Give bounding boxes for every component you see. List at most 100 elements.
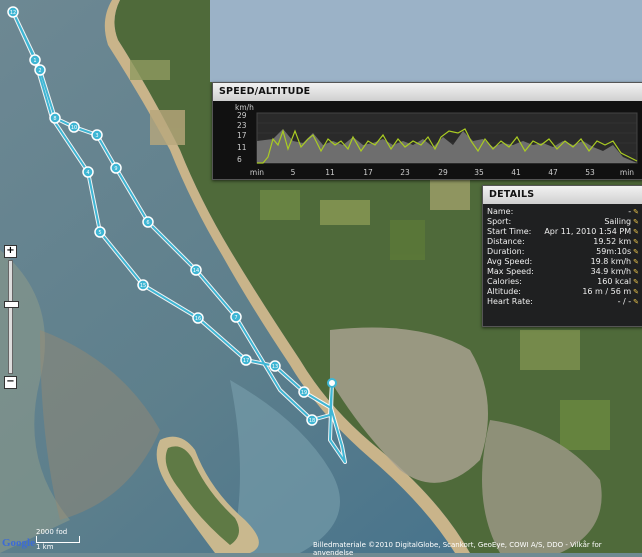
track-km-marker[interactable]: 6 <box>142 216 154 228</box>
track-km-marker[interactable]: 7 <box>230 311 242 323</box>
detail-value[interactable]: 19.52 km ✎ <box>593 237 639 247</box>
detail-value[interactable]: 160 kcal ✎ <box>597 277 639 287</box>
map-attribution[interactable]: Billedmateriale ©2010 DigitalGlobe, Scan… <box>313 541 642 557</box>
track-km-marker[interactable]: 19 <box>298 386 310 398</box>
track-km-marker[interactable]: 13 <box>269 360 281 372</box>
detail-value[interactable]: 19.8 km/h ✎ <box>591 257 639 267</box>
x-tick-label: min <box>250 168 264 177</box>
svg-text:18: 18 <box>309 418 315 424</box>
y-tick-label: 6 <box>237 155 242 164</box>
zoom-slider[interactable] <box>4 260 19 374</box>
y-tick-label: 17 <box>237 131 247 140</box>
detail-row: Sport: Sailing ✎ <box>483 217 642 227</box>
edit-pencil-icon[interactable]: ✎ <box>633 298 639 306</box>
detail-label: Duration: <box>487 247 525 256</box>
speed-altitude-title: SPEED/ALTITUDE <box>213 83 642 101</box>
detail-value[interactable]: - ✎ <box>628 207 639 217</box>
zoom-in-button[interactable]: + <box>4 245 17 258</box>
track-km-marker[interactable]: 9 <box>110 162 122 174</box>
y-tick-label: 29 <box>237 111 247 120</box>
svg-text:5: 5 <box>98 230 101 236</box>
details-panel: DETAILS Name: - ✎ Sport: Sailing ✎ Start Time:… <box>482 185 642 327</box>
zoom-out-button[interactable]: − <box>4 376 17 389</box>
detail-label: Sport: <box>487 217 512 226</box>
detail-value[interactable]: 59m:10s ✎ <box>596 247 639 257</box>
svg-text:13: 13 <box>272 364 278 370</box>
x-tick-label: min <box>620 168 634 177</box>
detail-label: Max Speed: <box>487 267 534 276</box>
speed-altitude-chart: 292317116 km/h min 5 11 17 23 29 35 41 47 53 min <box>213 101 642 179</box>
svg-text:10: 10 <box>71 125 77 131</box>
track-km-marker[interactable]: 16 <box>192 312 204 324</box>
edit-pencil-icon[interactable]: ✎ <box>633 218 639 226</box>
track-km-marker[interactable]: 5 <box>94 226 106 238</box>
detail-row: Start Time: Apr 11, 2010 1:54 PM ✎ <box>483 227 642 237</box>
x-tick-label: 35 <box>474 168 484 177</box>
svg-text:15: 15 <box>140 283 146 289</box>
edit-pencil-icon[interactable]: ✎ <box>633 268 639 276</box>
svg-text:14: 14 <box>193 268 199 274</box>
edit-pencil-icon[interactable]: ✎ <box>633 228 639 236</box>
x-tick-label: 17 <box>363 168 373 177</box>
detail-label: Avg Speed: <box>487 257 533 266</box>
svg-text:12: 12 <box>10 10 16 16</box>
detail-row: Distance: 19.52 km ✎ <box>483 237 642 247</box>
track-km-marker[interactable]: 15 <box>137 279 149 291</box>
x-tick-label: 29 <box>438 168 448 177</box>
x-tick-label: 23 <box>400 168 410 177</box>
google-logo[interactable]: Google <box>2 537 35 549</box>
detail-value[interactable]: Sailing ✎ <box>604 217 639 227</box>
svg-text:2: 2 <box>38 68 41 74</box>
x-tick-label: 47 <box>548 168 558 177</box>
detail-value[interactable]: - / - ✎ <box>618 297 639 307</box>
y-unit: km/h <box>235 103 254 112</box>
detail-row: Calories: 160 kcal ✎ <box>483 277 642 287</box>
track-km-marker[interactable]: 2 <box>34 64 46 76</box>
detail-label: Calories: <box>487 277 522 286</box>
svg-text:17: 17 <box>243 358 249 364</box>
track-km-marker[interactable]: 18 <box>306 414 318 426</box>
x-tick-label: 41 <box>511 168 521 177</box>
track-km-marker[interactable]: 10 <box>68 121 80 133</box>
scale-bar <box>36 536 80 543</box>
detail-value[interactable]: Apr 11, 2010 1:54 PM ✎ <box>544 227 639 237</box>
track-end-marker[interactable] <box>327 378 337 388</box>
edit-pencil-icon[interactable]: ✎ <box>633 248 639 256</box>
svg-text:19: 19 <box>301 390 307 396</box>
zoom-control: + − <box>3 245 19 389</box>
track-km-marker[interactable]: 17 <box>240 354 252 366</box>
edit-pencil-icon[interactable]: ✎ <box>633 278 639 286</box>
x-tick-label: 5 <box>291 168 296 177</box>
detail-row: Heart Rate: - / - ✎ <box>483 297 642 307</box>
track-km-marker[interactable]: 14 <box>190 264 202 276</box>
detail-value[interactable]: 16 m / 56 m ✎ <box>582 287 639 297</box>
detail-label: Heart Rate: <box>487 297 533 306</box>
edit-pencil-icon[interactable]: ✎ <box>633 258 639 266</box>
scale-imperial: 2000 fod <box>36 528 68 536</box>
svg-text:9: 9 <box>114 166 117 172</box>
detail-label: Altitude: <box>487 287 521 296</box>
track-km-marker[interactable]: 12 <box>7 6 19 18</box>
edit-pencil-icon[interactable]: ✎ <box>633 238 639 246</box>
map-scale: 2000 fod 1 km <box>36 528 80 551</box>
svg-text:16: 16 <box>195 316 201 322</box>
detail-label: Start Time: <box>487 227 532 236</box>
svg-text:7: 7 <box>234 315 237 321</box>
detail-row: Duration: 59m:10s ✎ <box>483 247 642 257</box>
y-tick-label: 23 <box>237 121 247 130</box>
zoom-slider-thumb[interactable] <box>4 301 19 308</box>
track-km-marker[interactable]: 3 <box>91 129 103 141</box>
svg-text:4: 4 <box>86 170 89 176</box>
svg-text:6: 6 <box>146 220 149 226</box>
detail-value[interactable]: 34.9 km/h ✎ <box>591 267 639 277</box>
speed-altitude-panel: SPEED/ALTITUDE 29 23 17 11 6 km/h min 5 11 17 23… <box>212 82 642 180</box>
svg-text:1: 1 <box>33 58 36 64</box>
track-km-marker[interactable]: 1 <box>29 54 41 66</box>
track-km-marker[interactable]: 4 <box>82 166 94 178</box>
edit-pencil-icon[interactable]: ✎ <box>633 288 639 296</box>
detail-row: Max Speed: 34.9 km/h ✎ <box>483 267 642 277</box>
x-tick-label: 11 <box>325 168 335 177</box>
detail-row: Altitude: 16 m / 56 m ✎ <box>483 287 642 297</box>
edit-pencil-icon[interactable]: ✎ <box>633 208 639 216</box>
track-km-marker[interactable]: 8 <box>49 112 61 124</box>
